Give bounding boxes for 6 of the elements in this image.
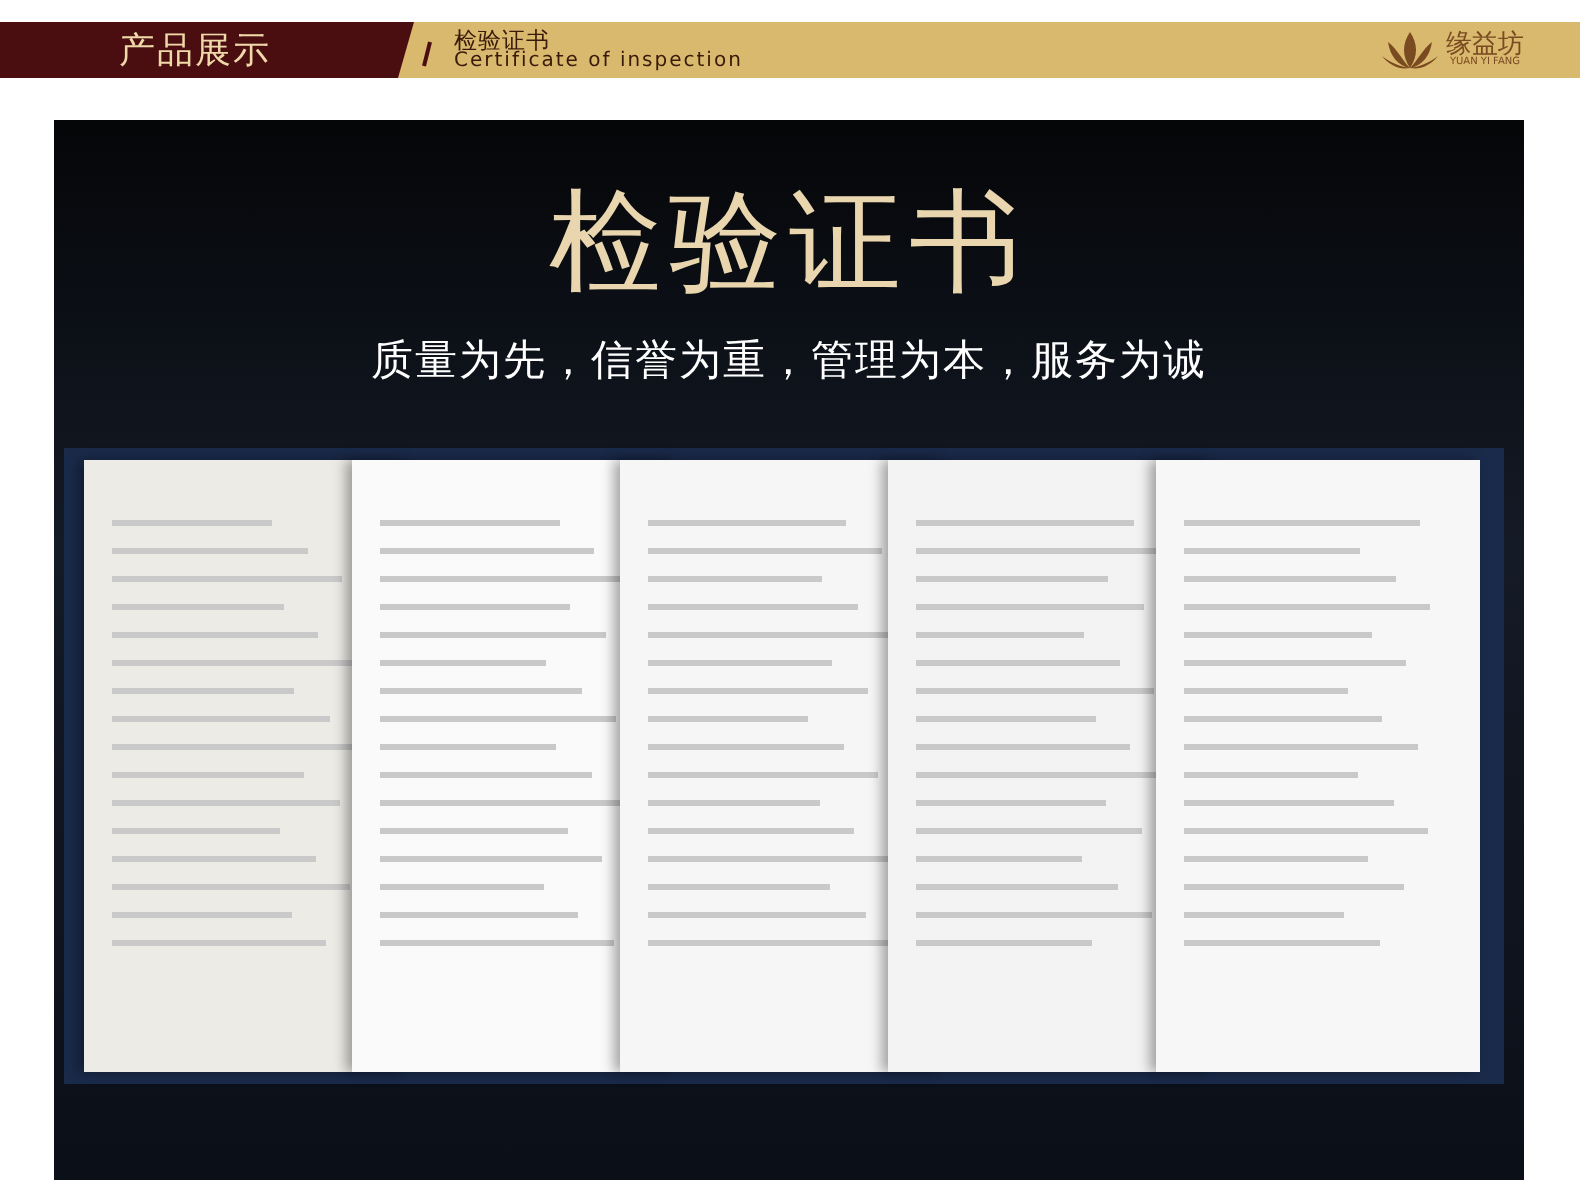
motto-text: 质量为先，信誉为重，管理为本，服务为诚 — [369, 334, 1209, 388]
lotus-logo-icon — [1380, 28, 1440, 72]
page-title: 检验证书 — [454, 27, 550, 52]
panel-heading: 检验证书 — [547, 180, 1031, 308]
page-subtitle: Certificate of inspection — [454, 51, 743, 73]
brand-name: 缘益坊 — [1446, 32, 1524, 58]
